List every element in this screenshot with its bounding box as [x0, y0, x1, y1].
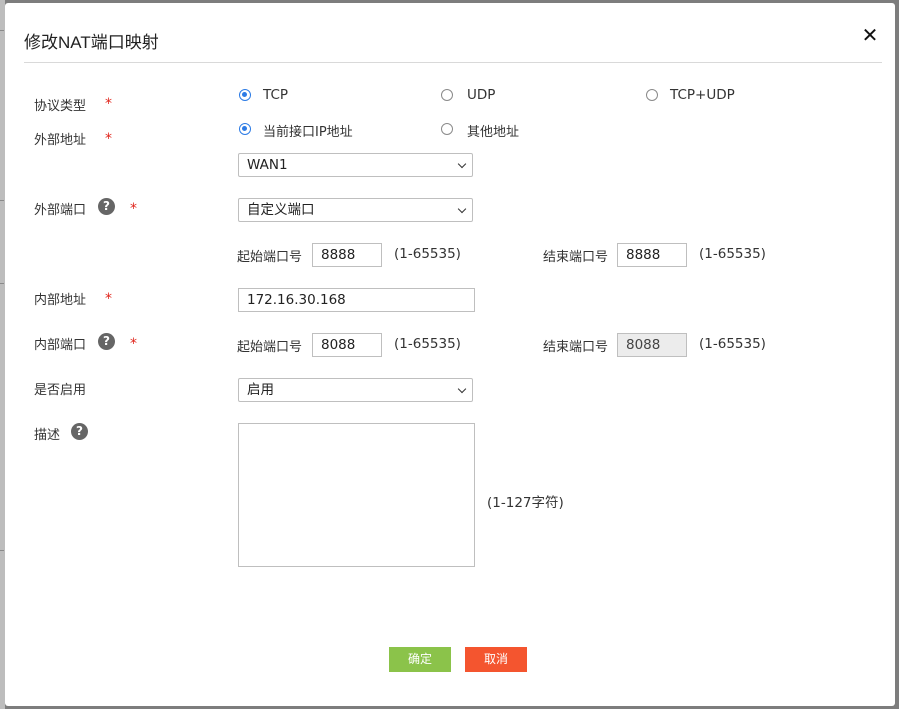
- required-mark: *: [105, 131, 112, 147]
- required-mark: *: [105, 291, 112, 307]
- required-mark: *: [105, 96, 112, 112]
- nat-port-mapping-dialog: 修改NAT端口映射 ✕ 协议类型 * TCP UDP TCP+UDP 外部地址 …: [5, 3, 895, 706]
- protocol-tcp-udp-label[interactable]: TCP+UDP: [670, 87, 735, 103]
- external-address-other-radio[interactable]: [441, 123, 453, 135]
- protocol-tcp-label[interactable]: TCP: [263, 87, 288, 103]
- protocol-udp-label[interactable]: UDP: [467, 87, 495, 103]
- description-help-icon[interactable]: ?: [71, 423, 88, 440]
- external-address-current-ip-label[interactable]: 当前接口IP地址: [263, 121, 353, 140]
- internal-start-port-range: (1-65535): [394, 336, 461, 352]
- required-mark: *: [130, 201, 137, 217]
- description-length-hint: (1-127字符): [487, 495, 564, 511]
- external-start-port-input[interactable]: 8888: [312, 243, 382, 267]
- enable-select[interactable]: 启用: [238, 378, 473, 402]
- protocol-udp-radio[interactable]: [441, 89, 453, 101]
- external-interface-value: WAN1: [247, 157, 288, 173]
- required-mark: *: [130, 336, 137, 352]
- external-start-port-range: (1-65535): [394, 246, 461, 262]
- external-port-mode-value: 自定义端口: [247, 202, 315, 218]
- enable-label: 是否启用: [34, 383, 87, 398]
- background-mark: [0, 550, 4, 551]
- description-textarea[interactable]: [238, 423, 475, 567]
- enable-value: 启用: [247, 382, 274, 398]
- external-port-mode-select[interactable]: 自定义端口: [238, 198, 473, 222]
- internal-end-port-range: (1-65535): [699, 336, 766, 352]
- chevron-down-icon: [457, 204, 467, 214]
- protocol-tcp-radio[interactable]: [239, 89, 251, 101]
- internal-address-input[interactable]: 172.16.30.168: [238, 288, 475, 312]
- dialog-title: 修改NAT端口映射: [24, 33, 159, 52]
- internal-end-port-input: 8088: [617, 333, 687, 357]
- external-address-label: 外部地址: [34, 133, 87, 148]
- internal-address-label: 内部地址: [34, 293, 87, 308]
- cancel-button[interactable]: 取消: [465, 647, 527, 672]
- external-interface-select[interactable]: WAN1: [238, 153, 473, 177]
- protocol-label: 协议类型: [34, 99, 87, 114]
- close-icon[interactable]: ✕: [856, 21, 884, 49]
- background-mark: [0, 283, 4, 284]
- confirm-button[interactable]: 确定: [389, 647, 451, 672]
- internal-end-port-label: 结束端口号: [543, 340, 609, 355]
- background-mark: [0, 200, 4, 201]
- external-end-port-range: (1-65535): [699, 246, 766, 262]
- chevron-down-icon: [457, 384, 467, 394]
- external-start-port-label: 起始端口号: [237, 250, 303, 265]
- background-mark: [0, 30, 4, 31]
- external-port-help-icon[interactable]: ?: [98, 198, 115, 215]
- external-port-label: 外部端口: [34, 203, 87, 218]
- protocol-tcp-udp-radio[interactable]: [646, 89, 658, 101]
- external-address-current-ip-radio[interactable]: [239, 123, 251, 135]
- chevron-down-icon: [457, 159, 467, 169]
- internal-port-help-icon[interactable]: ?: [98, 333, 115, 350]
- internal-port-label: 内部端口: [34, 338, 87, 353]
- title-divider: [24, 62, 882, 63]
- description-label: 描述: [34, 428, 61, 443]
- internal-start-port-input[interactable]: 8088: [312, 333, 382, 357]
- external-end-port-label: 结束端口号: [543, 250, 609, 265]
- external-address-other-label[interactable]: 其他地址: [467, 121, 519, 140]
- internal-start-port-label: 起始端口号: [237, 340, 303, 355]
- external-end-port-input[interactable]: 8888: [617, 243, 687, 267]
